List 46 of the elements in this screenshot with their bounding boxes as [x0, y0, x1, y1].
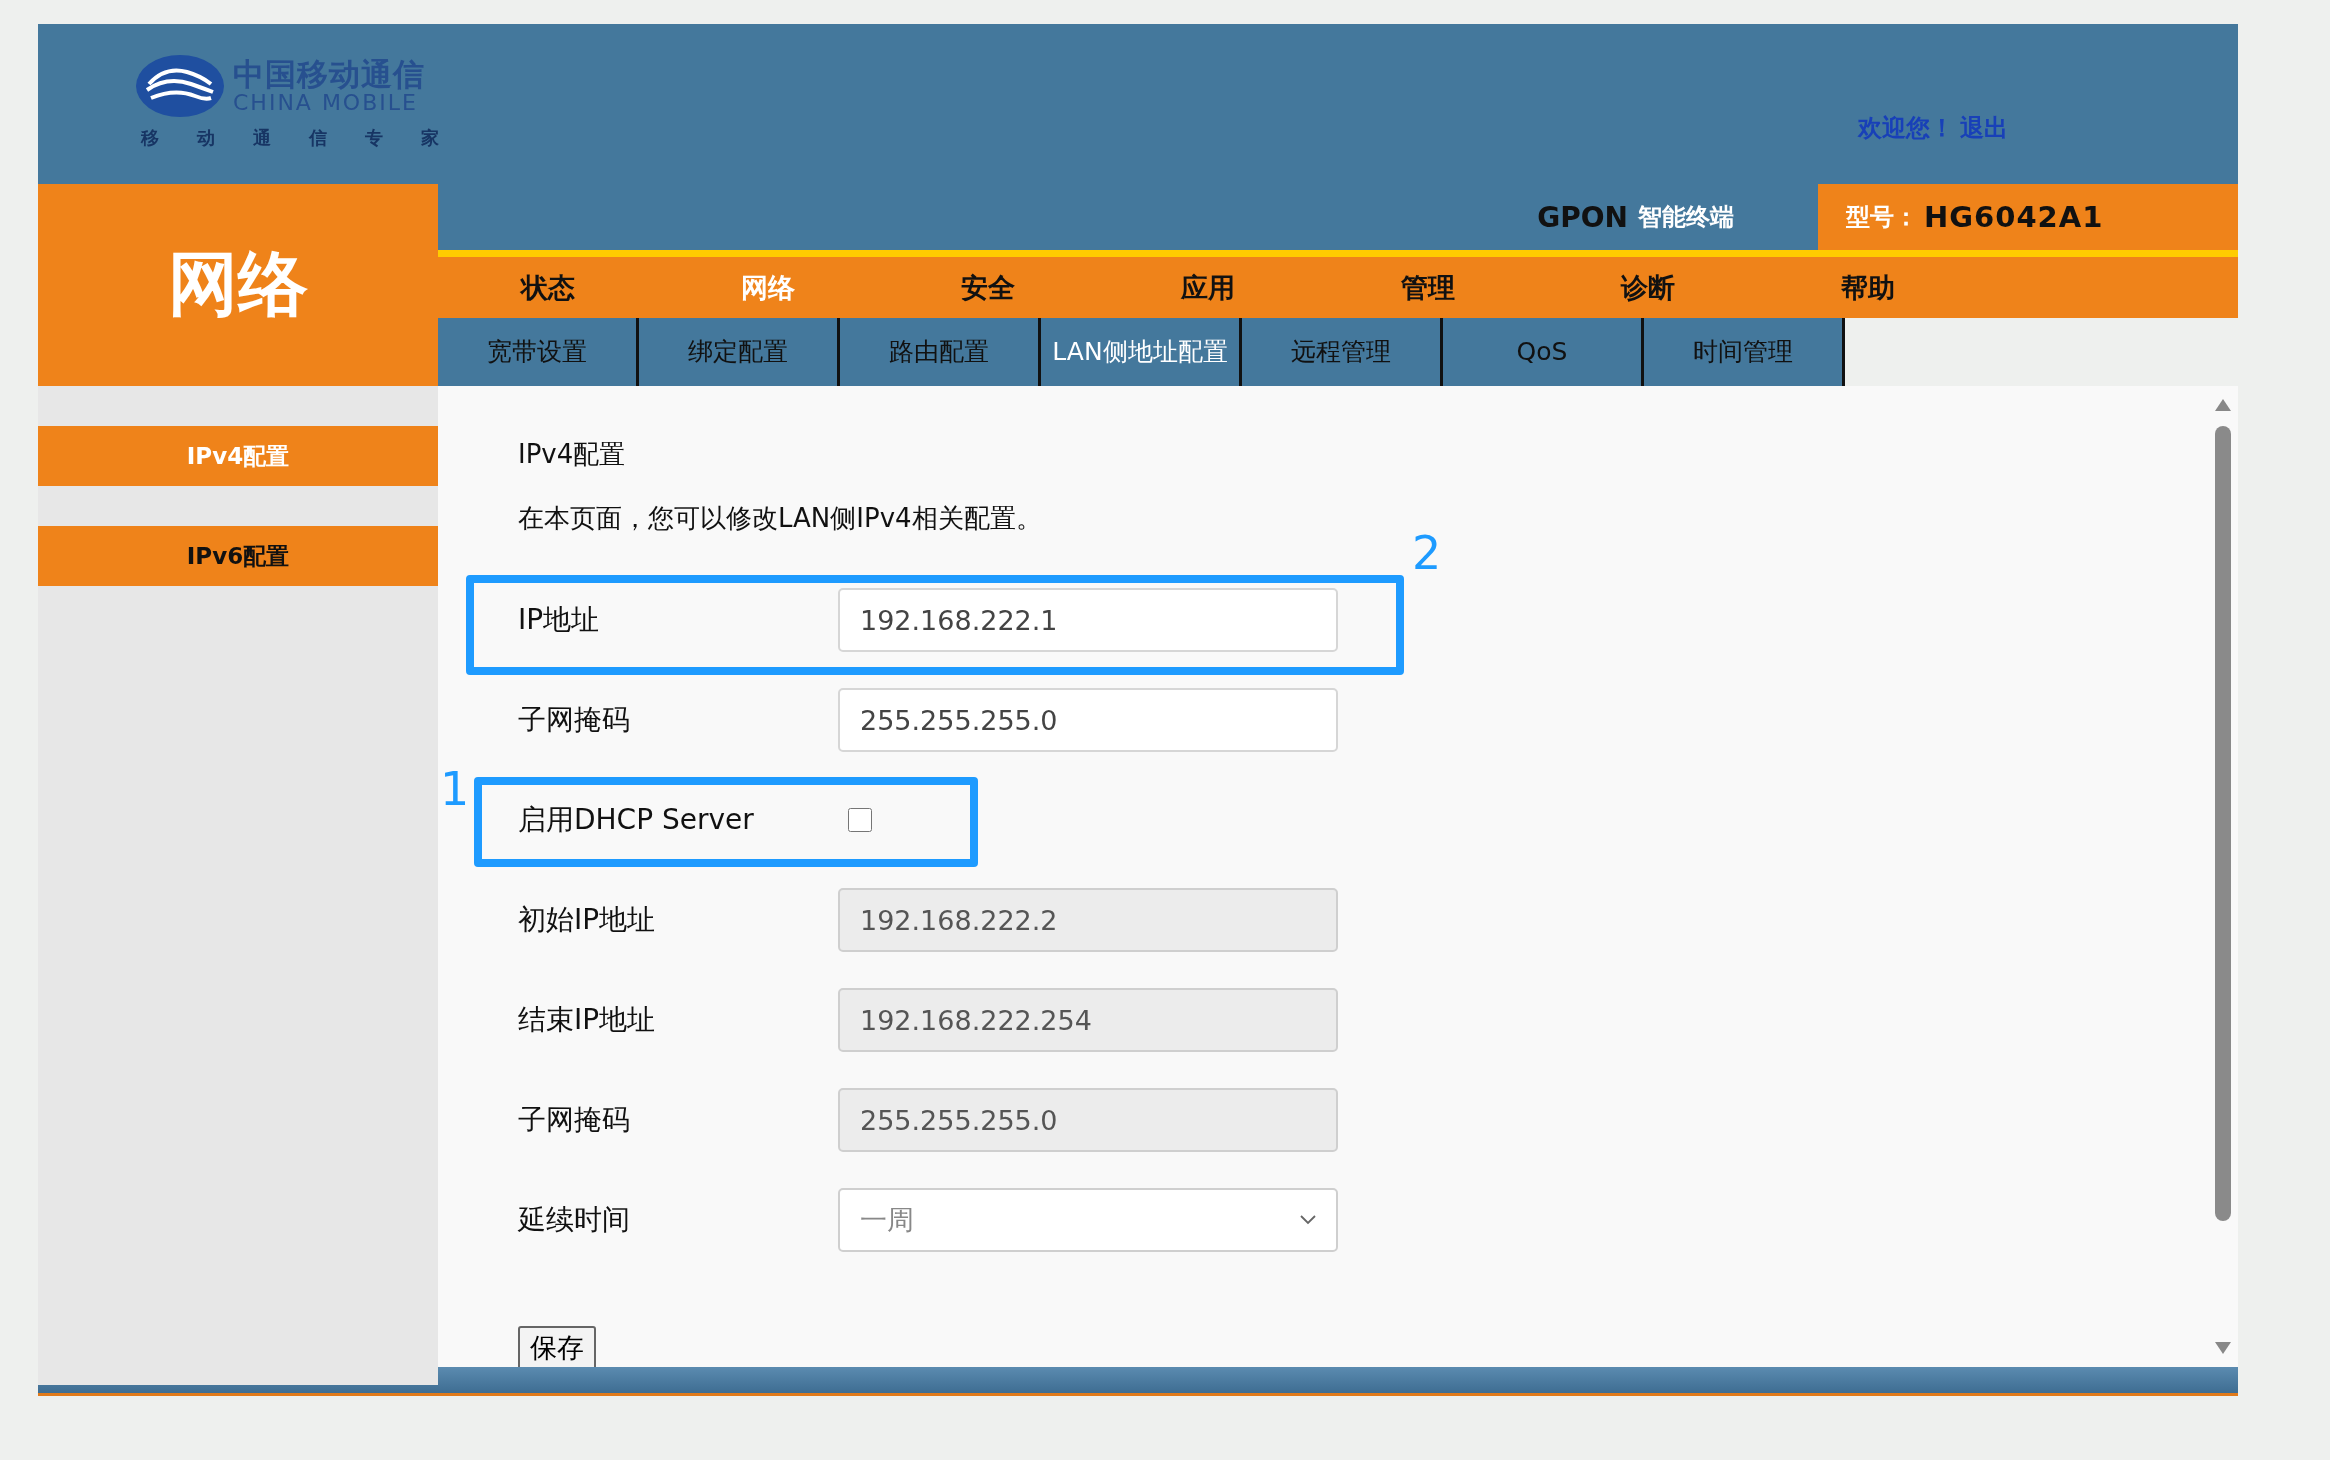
- field-label: 初始IP地址: [518, 902, 657, 938]
- field-label: 启用DHCP Server: [518, 802, 755, 838]
- product-name: GPON: [1537, 200, 1628, 234]
- field-label: 延续时间: [518, 1202, 631, 1238]
- input-field[interactable]: 192.168.222.1: [838, 588, 1338, 652]
- nav-tab[interactable]: 管理: [1318, 257, 1538, 318]
- scroll-up-icon: [2214, 398, 2232, 412]
- logo-icon: [135, 54, 225, 118]
- scroll-down-icon: [2214, 1341, 2232, 1355]
- checkbox[interactable]: [848, 808, 872, 832]
- sub-tab[interactable]: 绑定配置: [639, 318, 840, 386]
- nav-tab[interactable]: 应用: [1098, 257, 1318, 318]
- slogan-character: 专: [365, 126, 383, 150]
- page-title: IPv4配置: [518, 438, 627, 471]
- field-label: 子网掩码: [518, 1102, 631, 1138]
- annotation-number: 2: [1412, 530, 1442, 576]
- sub-tab[interactable]: 远程管理: [1242, 318, 1443, 386]
- sub-tab[interactable]: 路由配置: [840, 318, 1041, 386]
- nav-tab[interactable]: 帮助: [1758, 257, 1978, 318]
- slogan-character: 移: [141, 126, 159, 150]
- slogan-character: 家: [421, 126, 439, 150]
- sub-tab[interactable]: 宽带设置: [438, 318, 639, 386]
- model-label: 型号：: [1846, 202, 1918, 233]
- nav-tab[interactable]: 安全: [878, 257, 1098, 318]
- nav-tab[interactable]: 状态: [438, 257, 658, 318]
- sub-tab[interactable]: 时间管理: [1644, 318, 1845, 386]
- product-type: 智能终端: [1638, 202, 1734, 233]
- slogan-character: 信: [309, 126, 327, 150]
- save-button[interactable]: 保存: [518, 1326, 596, 1367]
- scroll-thumb[interactable]: [2215, 426, 2231, 1221]
- annotation-number: 1: [440, 766, 470, 812]
- sub-tab[interactable]: LAN侧地址配置: [1041, 318, 1242, 386]
- chevron-icon: [1300, 1215, 1316, 1225]
- page-description: 在本页面，您可以修改LAN侧IPv4相关配置。: [518, 502, 1043, 535]
- slogan-character: 动: [197, 126, 215, 150]
- field-label: 子网掩码: [518, 702, 631, 738]
- section-title: 网络: [168, 242, 308, 327]
- sidebar-item[interactable]: IPv6配置: [38, 526, 438, 586]
- slogan-character: 通: [253, 126, 271, 150]
- sub-tab[interactable]: QoS: [1443, 318, 1644, 386]
- nav-tab[interactable]: 诊断: [1538, 257, 1758, 318]
- field-label: 结束IP地址: [518, 1002, 657, 1038]
- field-label: IP地址: [518, 602, 601, 638]
- welcome-text: 欢迎您！: [1858, 113, 1954, 144]
- model-number: HG6042A1: [1924, 200, 2104, 234]
- input-field[interactable]: 255.255.255.0: [838, 688, 1338, 752]
